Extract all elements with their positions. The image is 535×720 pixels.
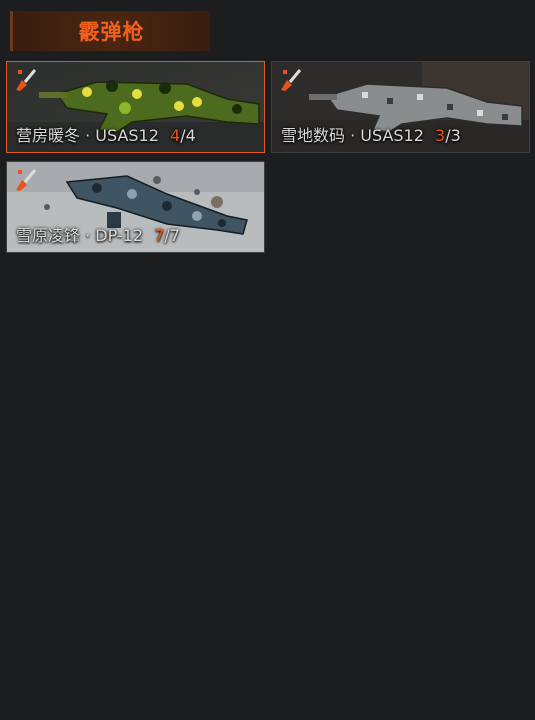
skin-total-count: 7: [169, 226, 180, 245]
weapon-name: USAS12: [95, 126, 159, 145]
skin-card-winter-barracks[interactable]: 营房暖冬 · USAS12 4/4: [6, 61, 265, 153]
weapon-name: DP-12: [95, 226, 144, 245]
paint-brush-icon: [281, 69, 302, 91]
skin-name: 雪原凌锋: [16, 226, 81, 245]
paint-brush-icon: [16, 169, 37, 191]
skin-total-count: 4: [185, 126, 196, 145]
skin-owned-count: 3: [435, 126, 446, 145]
skin-name: 营房暖冬: [16, 126, 81, 145]
skin-card-snow-digital[interactable]: 雪地数码 · USAS12 3/3: [271, 61, 530, 153]
skin-label: 雪原凌锋 · DP-12 7/7: [16, 226, 180, 245]
skin-label: 营房暖冬 · USAS12 4/4: [16, 126, 196, 145]
skin-total-count: 3: [450, 126, 461, 145]
paint-brush-icon: [16, 69, 37, 91]
skin-owned-count: 4: [170, 126, 181, 145]
skin-label: 雪地数码 · USAS12 3/3: [281, 126, 461, 145]
category-header[interactable]: 霰弹枪: [10, 11, 210, 51]
skin-card-snowfield-edge[interactable]: 雪原凌锋 · DP-12 7/7: [6, 161, 265, 253]
skin-owned-count: 7: [154, 226, 165, 245]
weapon-name: USAS12: [360, 126, 424, 145]
category-title: 霰弹枪: [78, 20, 145, 44]
skin-name: 雪地数码: [281, 126, 346, 145]
